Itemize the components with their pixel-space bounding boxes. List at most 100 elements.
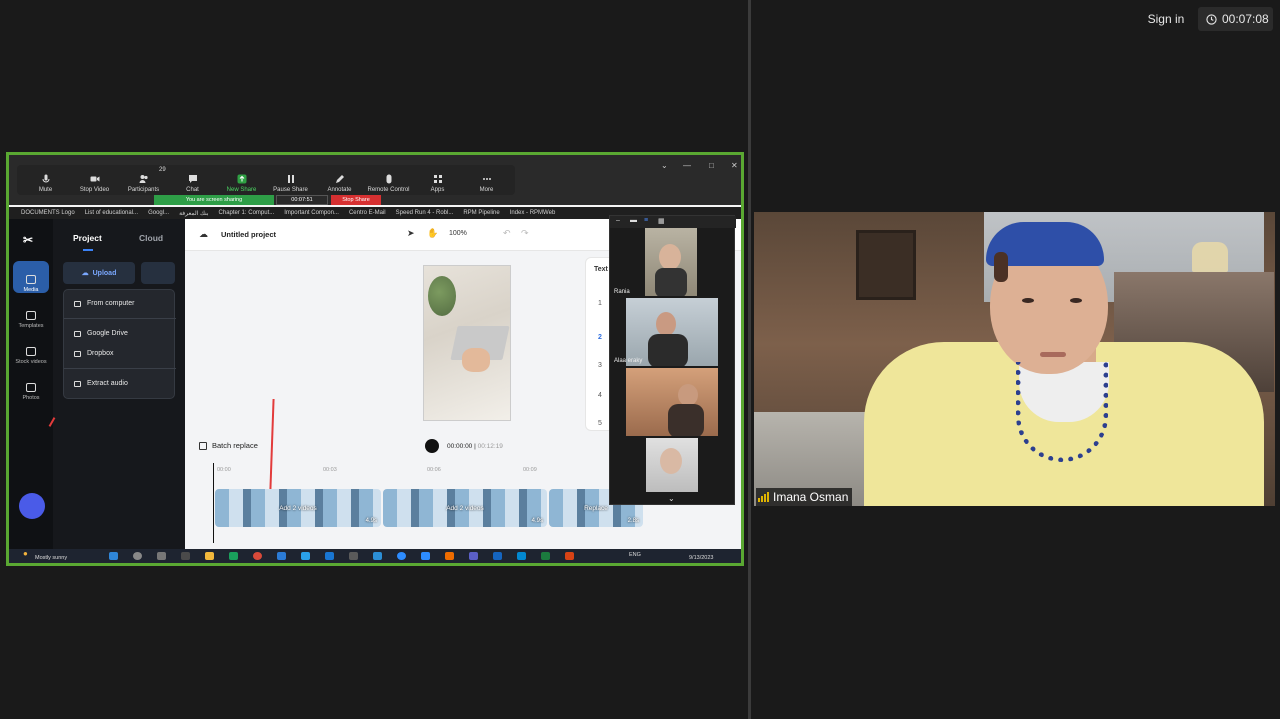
timeline-clip[interactable]: Add 2 videos 4.9s [215,489,381,527]
hand-icon[interactable]: ✋ [427,228,438,239]
mute-button[interactable]: Mute [21,167,70,195]
share-up-icon [237,174,246,184]
language-indicator[interactable]: ENG [629,552,641,558]
teams-icon[interactable] [469,552,478,560]
menu-item-dropbox[interactable]: Dropbox [74,350,113,357]
text-item[interactable]: 2 [598,334,602,341]
sign-in-button[interactable]: Sign in [1142,8,1190,30]
app-icon[interactable] [445,552,454,560]
sidebar-item-media[interactable]: Media [13,261,49,293]
remote-control-button[interactable]: Remote Control [364,167,413,195]
timecode: 00:00:00 | 00:12:19 [447,443,503,450]
app-icon[interactable] [229,552,238,560]
weather-icon[interactable]: ● [23,549,28,558]
maximize-icon[interactable]: □ [709,161,714,170]
apps-button[interactable]: Apps [413,167,462,195]
minimize-window-icon[interactable]: — [683,161,691,170]
chevron-down-icon[interactable]: ⌄ [668,494,675,503]
chat-button[interactable]: Chat [168,167,217,195]
mail-icon[interactable] [277,552,286,560]
word-icon[interactable] [493,552,502,560]
search-icon[interactable] [133,552,142,560]
app-icon[interactable] [421,552,430,560]
stop-share-button[interactable]: Stop Share [331,195,381,205]
minimize-icon[interactable]: ⌄ [661,161,668,170]
tab-project[interactable]: Project [73,233,102,243]
minimize-icon[interactable]: – [616,217,620,224]
bookmark[interactable]: List of educational... [85,210,138,216]
apps-label: Apps [430,187,445,193]
play-button[interactable] [425,439,439,453]
bookmark[interactable]: Chapter 1: Comput... [219,210,275,216]
bookmark[interactable]: Googl... [148,210,169,216]
undo-icon[interactable]: ↶ [503,228,511,239]
speaker-view-icon[interactable]: ▬ [630,217,637,224]
weather-text[interactable]: Mostly sunny [35,555,67,561]
sidebar-item-label: Stock videos [15,359,47,365]
participant-video[interactable] [626,368,718,436]
tab-cloud[interactable]: Cloud [139,233,163,243]
playhead[interactable] [213,463,214,543]
timeline-clip[interactable]: Add 2 videos 4.9s [383,489,547,527]
taskbar-date[interactable]: 9/13/2023 [689,555,713,561]
select-pointer-icon[interactable]: ➤ [407,228,415,239]
app-icon[interactable] [373,552,382,560]
excel-icon[interactable] [541,552,550,560]
start-icon[interactable] [109,552,118,560]
text-item[interactable]: 3 [598,362,602,369]
bookmark[interactable]: RPM Pipeline [463,210,499,216]
bookmark[interactable]: Centro E-Mail [349,210,386,216]
phone-upload-button[interactable] [141,262,175,284]
zoom-meeting-window: Sign in 00:07:08 ⌄ — □ ✕ Mute Stop Video… [0,0,1280,719]
chrome-icon[interactable] [253,552,262,560]
edit-fab-button[interactable] [19,493,45,519]
file-explorer-icon[interactable] [205,552,214,560]
menu-item-google-drive[interactable]: Google Drive [74,330,128,337]
annotate-button[interactable]: Annotate [315,167,364,195]
skype-icon[interactable] [517,552,526,560]
upload-button[interactable]: ☁ Upload [63,262,135,284]
more-button[interactable]: More [462,167,511,195]
bookmark[interactable]: DOCUMENTS Logo [21,210,75,216]
project-title[interactable]: Untitled project [221,230,276,239]
sidebar-item-photos[interactable]: Photos [13,369,49,401]
task-view-icon[interactable] [157,552,166,560]
zoom-level[interactable]: 100% [449,230,467,237]
split-divider[interactable] [748,0,751,719]
zoom-share-toolbar: Mute Stop Video Participants Chat New Sh… [17,165,515,195]
new-share-button[interactable]: New Share [217,167,266,195]
stop-video-button[interactable]: Stop Video [70,167,119,195]
sidebar-item-templates[interactable]: Templates [13,297,49,329]
text-item[interactable]: 5 [598,420,602,427]
bookmark[interactable]: بنك المعرفة [179,210,208,217]
batch-replace-button[interactable]: Batch replace [199,441,258,450]
sidebar-item-stock-videos[interactable]: Stock videos [13,333,49,365]
app-icon[interactable] [325,552,334,560]
bookmark[interactable]: Important Compon... [284,210,339,216]
close-icon[interactable]: ✕ [731,161,738,170]
participant-video[interactable] [646,438,698,492]
app-icon[interactable] [349,552,358,560]
speaker-video[interactable] [754,212,1275,506]
grid-view-icon[interactable]: ▦ [658,217,665,225]
strip-view-icon[interactable]: ≡ [644,217,648,224]
menu-item-extract-audio[interactable]: Extract audio [74,380,128,387]
pause-share-button[interactable]: Pause Share [266,167,315,195]
bookmark[interactable]: Index - RPMWeb [510,210,556,216]
redo-icon[interactable]: ↷ [521,228,529,239]
bookmark[interactable]: Speed Run 4 - Robl... [396,210,454,216]
stop-video-label: Stop Video [79,187,110,193]
menu-item-from-computer[interactable]: From computer [74,300,134,307]
text-item[interactable]: 4 [598,392,602,399]
video-preview[interactable] [423,265,511,421]
text-item[interactable]: 1 [598,300,602,307]
participant-video[interactable] [645,228,697,296]
participant-video[interactable] [626,298,718,366]
edge-icon[interactable] [301,552,310,560]
current-time: 00:00:00 [447,443,473,450]
share-duration: 00:07:51 [276,195,328,205]
zoom-icon[interactable] [397,552,406,560]
widgets-icon[interactable] [181,552,190,560]
new-share-label: New Share [226,187,257,193]
powerpoint-icon[interactable] [565,552,574,560]
